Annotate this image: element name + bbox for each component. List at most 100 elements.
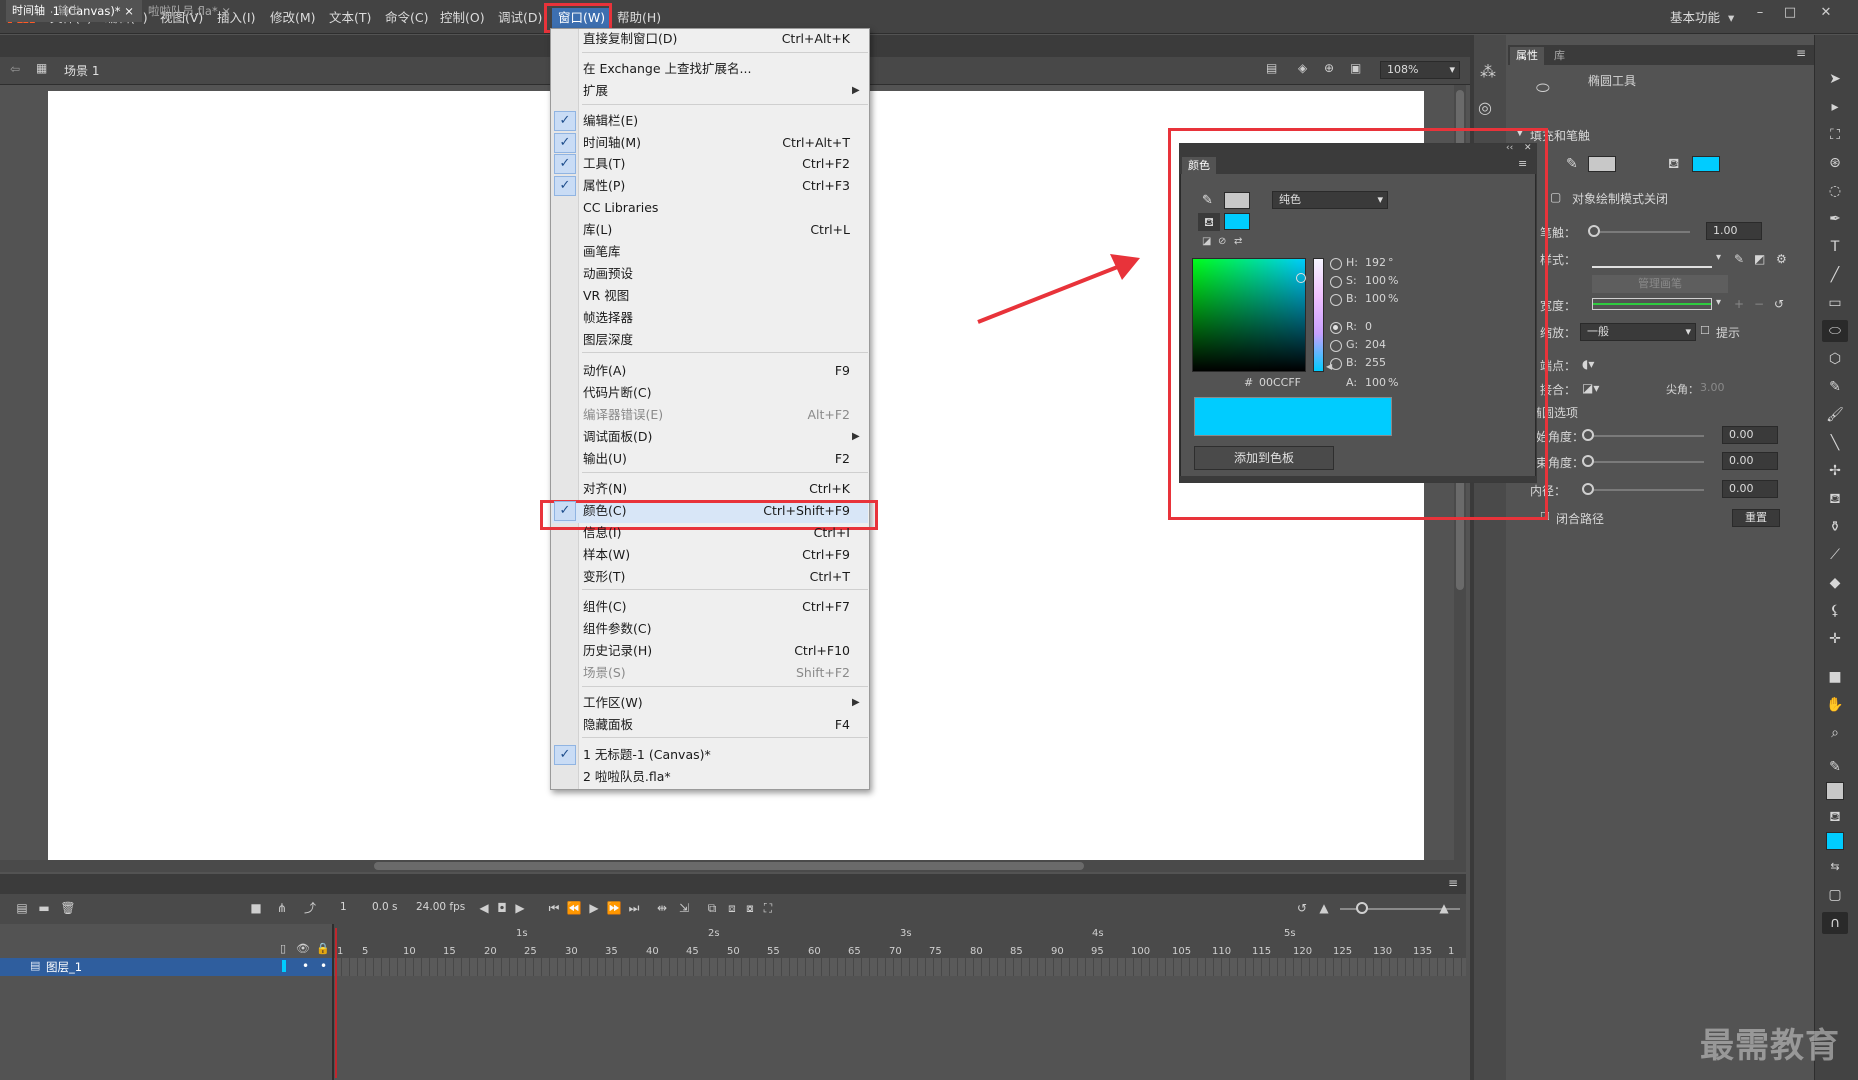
hue-value[interactable]: 192 xyxy=(1365,256,1386,269)
lasso-tool-icon[interactable]: ◌ xyxy=(1822,180,1848,202)
spectrum-picker[interactable] xyxy=(1296,273,1306,283)
menu-item[interactable]: CC Libraries xyxy=(583,197,658,219)
polystar-tool-icon[interactable]: ⬡ xyxy=(1822,348,1848,370)
color-panel-header[interactable] xyxy=(1180,144,1536,156)
manage-brush-button[interactable]: 管理画笔 xyxy=(1592,275,1728,293)
stroke-slider[interactable] xyxy=(1590,231,1690,233)
color-spectrum[interactable] xyxy=(1192,258,1306,372)
fill-mode-toggle[interactable]: ⛾ xyxy=(1198,213,1220,231)
reset-width-icon[interactable]: ↺ xyxy=(1774,297,1784,311)
fill-color-swatch[interactable] xyxy=(1692,156,1720,172)
menu-item[interactable]: 库(L) xyxy=(583,219,612,241)
add-to-swatches-button[interactable]: 添加到色板 xyxy=(1194,446,1334,470)
layer-visible-dot[interactable]: • xyxy=(302,959,309,973)
new-layer-icon[interactable]: ▤ xyxy=(14,900,30,916)
end-angle-slider[interactable] xyxy=(1584,461,1704,463)
edit-symbols-icon[interactable]: ◈ xyxy=(1298,61,1307,75)
menu-item[interactable]: 历史记录(H) xyxy=(583,640,652,662)
close-path-checkbox[interactable]: ☑ xyxy=(1540,510,1550,523)
text-tool-icon[interactable]: T xyxy=(1822,236,1848,258)
eye-icon[interactable]: 👁 xyxy=(296,942,310,955)
chevron-down-icon[interactable]: ▾ xyxy=(1716,297,1721,308)
center-stage-icon[interactable]: ⊕ xyxy=(1324,61,1334,75)
zoom-select[interactable]: 108% ▾ xyxy=(1380,61,1460,79)
menu-item[interactable]: 工具(T) xyxy=(583,153,625,175)
blue-radio[interactable] xyxy=(1330,358,1342,370)
red-value[interactable]: 0 xyxy=(1365,320,1372,333)
close-icon[interactable]: × xyxy=(221,4,231,18)
center-frame-icon[interactable]: ⇲ xyxy=(676,900,692,916)
close-icon[interactable]: × xyxy=(124,4,134,18)
edit-stroke-icon[interactable]: ✎ xyxy=(1734,252,1744,266)
back-arrow-icon[interactable]: ⇦ xyxy=(10,62,20,76)
section-fill-stroke[interactable]: 填充和笔触 xyxy=(1530,127,1590,144)
fit-stage-icon[interactable]: ▣ xyxy=(1350,61,1361,75)
pen-tool-icon[interactable]: ✒ xyxy=(1822,208,1848,230)
menu-item[interactable]: 时间轴(M) xyxy=(583,132,641,154)
fill-color-swatch[interactable] xyxy=(1224,213,1250,230)
tab-color[interactable]: 颜色 xyxy=(1182,157,1216,174)
menu-item[interactable]: 隐藏面板 xyxy=(583,714,633,736)
new-folder-icon[interactable]: ▬ xyxy=(36,900,52,916)
selection-tool-icon[interactable]: ➤ xyxy=(1822,68,1848,90)
subselection-tool-icon[interactable]: ▸ xyxy=(1822,96,1848,118)
width-tool-icon[interactable]: ⚸ xyxy=(1822,600,1848,622)
menu-window[interactable]: 窗口(W) xyxy=(552,8,612,28)
layer-parent-icon[interactable]: ⋔ xyxy=(274,900,290,916)
brightness-slider[interactable] xyxy=(1313,258,1324,372)
end-angle-input[interactable]: 0.00 xyxy=(1722,452,1778,470)
inner-radius-input[interactable]: 0.00 xyxy=(1722,480,1778,498)
pencil-tool-icon[interactable]: ✎ xyxy=(1822,376,1848,398)
onion-outline-icon[interactable]: ⧈ xyxy=(724,900,740,916)
menu-item[interactable]: 编译器错误(E) xyxy=(583,404,663,426)
start-angle-input[interactable]: 0.00 xyxy=(1722,426,1778,444)
chevron-down-icon[interactable]: ▾ xyxy=(1716,252,1721,263)
menu-item[interactable]: 信息(I) xyxy=(583,522,621,544)
menu-text[interactable]: 文本(T) xyxy=(329,8,371,28)
default-colors-icon[interactable]: ◪ xyxy=(1202,236,1211,247)
section-ellipse-options[interactable]: 椭圆选项 xyxy=(1530,404,1578,421)
menu-item[interactable]: 组件参数(C) xyxy=(583,618,651,640)
brush-library-icon[interactable]: ◩ xyxy=(1754,252,1765,266)
loop-icon[interactable]: ⇹ xyxy=(654,900,670,916)
bone-tool-icon[interactable]: ✢ xyxy=(1822,460,1848,482)
red-radio[interactable] xyxy=(1330,322,1342,334)
add-keyframe-icon[interactable]: ◘ xyxy=(494,900,510,916)
add-width-icon[interactable]: + xyxy=(1734,297,1744,311)
frame-size-knob[interactable] xyxy=(1356,902,1368,914)
cap-style-icon[interactable]: ◖▾ xyxy=(1582,357,1594,371)
next-keyframe-icon[interactable]: ▶ xyxy=(512,900,528,916)
paint-bucket-tool-icon[interactable]: ⛾ xyxy=(1822,488,1848,510)
menu-modify[interactable]: 修改(M) xyxy=(270,8,316,28)
menu-item[interactable]: 工作区(W) xyxy=(583,692,643,714)
hand-tool-icon[interactable]: ✋ xyxy=(1822,694,1848,716)
start-angle-knob[interactable] xyxy=(1582,429,1594,441)
green-radio[interactable] xyxy=(1330,340,1342,352)
tool-stroke-swatch[interactable] xyxy=(1826,782,1844,800)
blue-value[interactable]: 255 xyxy=(1365,356,1386,369)
stroke-color-swatch[interactable] xyxy=(1224,192,1250,209)
menu-item[interactable]: 在 Exchange 上查找扩展名... xyxy=(583,58,751,80)
inner-radius-slider[interactable] xyxy=(1584,489,1704,491)
menu-item[interactable]: 2 啦啦队员.fla* xyxy=(583,766,671,788)
alpha-value[interactable]: 100 xyxy=(1365,376,1386,389)
menu-item[interactable]: 代码片断(C) xyxy=(583,382,651,404)
zoom-tool-icon[interactable]: ⌕ xyxy=(1822,722,1848,744)
motion-presets-icon[interactable]: ⁂ xyxy=(1480,62,1496,81)
camera-tool-icon[interactable]: ■ xyxy=(1822,666,1848,688)
menu-item[interactable]: 直接复制窗口(D) xyxy=(583,28,677,50)
collapse-icon[interactable]: ‹‹ xyxy=(1506,143,1513,153)
panel-menu-icon[interactable]: ≡ xyxy=(1796,46,1806,60)
stroke-color-swatch[interactable] xyxy=(1588,156,1616,172)
menu-item[interactable]: VR 视图 xyxy=(583,285,629,307)
menu-commands[interactable]: 命令(C) xyxy=(385,8,428,28)
onion-skin-icon[interactable]: ⧉ xyxy=(704,900,720,916)
tab-timeline[interactable]: 时间轴 xyxy=(6,2,51,20)
menu-item[interactable]: 调试面板(D) xyxy=(583,426,652,448)
swap-colors-icon[interactable]: ⇄ xyxy=(1234,236,1242,247)
menu-item[interactable]: 动画预设 xyxy=(583,263,633,285)
brush-tool-icon[interactable]: ╲ xyxy=(1822,432,1848,454)
layer-divider[interactable] xyxy=(332,924,334,1080)
stroke-slider-knob[interactable] xyxy=(1588,225,1600,237)
reset-button[interactable]: 重置 xyxy=(1732,509,1780,527)
